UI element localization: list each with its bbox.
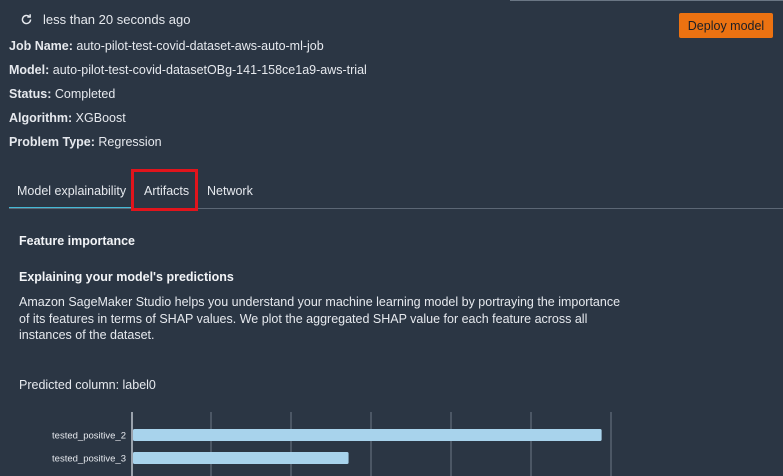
problem-type-value: Regression <box>98 135 162 149</box>
algorithm-label: Algorithm: <box>9 111 73 125</box>
chart-bar <box>133 452 349 464</box>
chart-bar <box>133 429 602 441</box>
model-value: auto-pilot-test-covid-datasetOBg-141-158… <box>52 63 367 77</box>
job-name-value: auto-pilot-test-covid-dataset-aws-auto-m… <box>76 39 324 53</box>
explaining-paragraph: Amazon SageMaker Studio helps you unders… <box>19 295 621 342</box>
job-name-row: Job Name: auto-pilot-test-covid-dataset-… <box>9 39 324 53</box>
feature-importance-chart: tested_positive_2 tested_positive_3 <box>52 412 612 476</box>
problem-type-row: Problem Type: Regression <box>9 135 162 149</box>
artifacts-highlight-box <box>131 169 198 211</box>
refresh-time-text: less than 20 seconds ago <box>43 12 191 27</box>
status-row: Status: Completed <box>9 87 115 101</box>
refresh-icon[interactable] <box>20 13 33 26</box>
model-row: Model: auto-pilot-test-covid-datasetOBg-… <box>9 63 367 77</box>
tab-bar: Model explainability Artifacts Network <box>9 176 783 209</box>
algorithm-value: XGBoost <box>75 111 126 125</box>
tab-network[interactable]: Network <box>207 184 253 198</box>
deploy-model-button[interactable]: Deploy model <box>679 13 773 38</box>
chart-category-label: tested_positive_3 <box>52 454 126 465</box>
problem-type-label: Problem Type: <box>9 135 95 149</box>
tab-divider <box>9 208 783 209</box>
predicted-column-label: Predicted column: label0 <box>19 378 156 392</box>
model-label: Model: <box>9 63 50 77</box>
job-name-label: Job Name: <box>9 39 73 53</box>
refresh-status[interactable]: less than 20 seconds ago <box>20 12 190 27</box>
chart-category-label: tested_positive_2 <box>52 431 126 442</box>
explaining-title: Explaining your model's predictions <box>19 270 234 284</box>
status-value: Completed <box>54 87 116 101</box>
feature-importance-title: Feature importance <box>19 234 136 248</box>
top-divider <box>510 0 783 1</box>
tab-model-explainability[interactable]: Model explainability <box>17 184 126 198</box>
status-label: Status: <box>9 87 52 101</box>
algorithm-row: Algorithm: XGBoost <box>9 111 126 125</box>
